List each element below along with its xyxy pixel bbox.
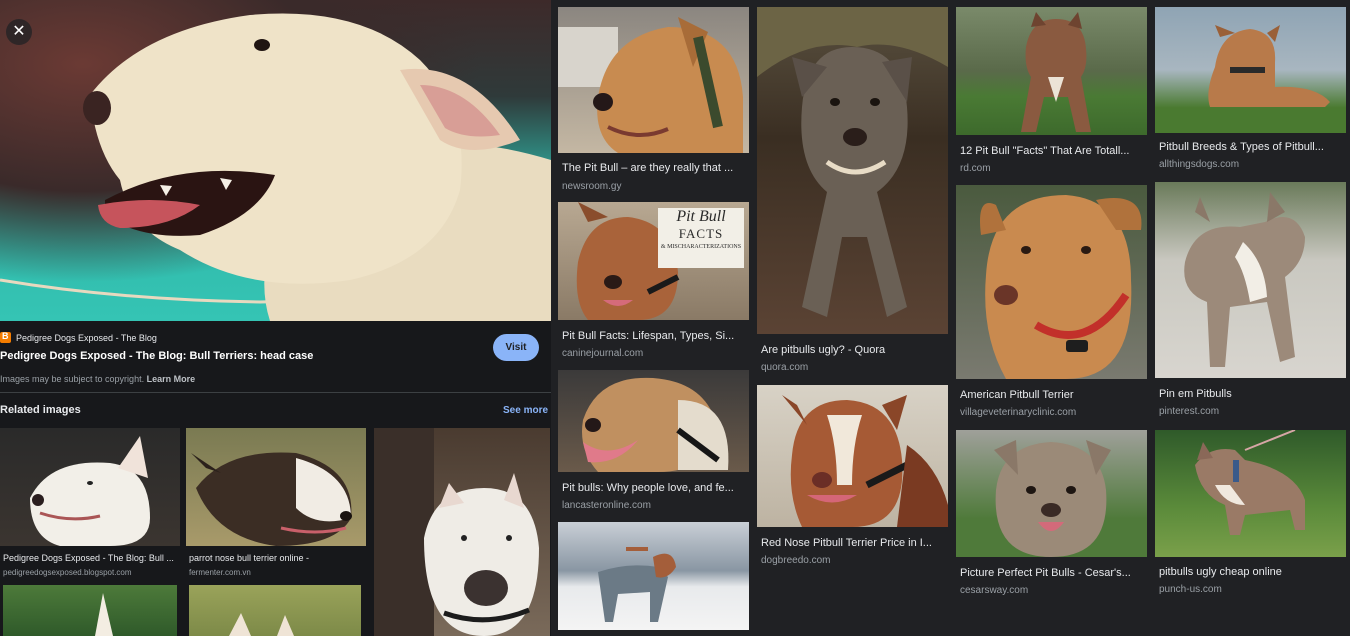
result-source: caninejournal.com xyxy=(562,348,644,359)
result-title[interactable]: American Pitbull Terrier xyxy=(960,389,1146,401)
result-image-6[interactable] xyxy=(757,385,948,527)
related-caption-2: parrot nose bull terrier online - xyxy=(189,553,310,563)
result-image-12[interactable] xyxy=(1155,430,1346,557)
result-image-9[interactable] xyxy=(956,430,1147,557)
pit-bull-photo xyxy=(558,17,743,153)
overlay-line-3: & MISCHARACTERIZATIONS xyxy=(660,244,742,250)
divider xyxy=(0,392,551,393)
related-image-1[interactable] xyxy=(0,428,180,546)
result-image-5[interactable] xyxy=(757,7,948,334)
related-image-2[interactable] xyxy=(186,428,366,546)
close-preview-button[interactable]: ✕ xyxy=(6,19,32,45)
result-title[interactable]: Pin em Pitbulls xyxy=(1159,388,1345,400)
result-image-8[interactable] xyxy=(956,185,1147,379)
copyright-notice: Images may be subject to copyright. Lear… xyxy=(0,374,195,384)
bull-terrier-ear-thumb xyxy=(95,593,113,636)
result-title[interactable]: The Pit Bull – are they really that ... xyxy=(562,162,748,174)
result-title[interactable]: Red Nose Pitbull Terrier Price in I... xyxy=(761,537,947,549)
result-source: allthingsdogs.com xyxy=(1159,159,1240,170)
american-pit-bull-photo xyxy=(980,195,1142,379)
result-image-11[interactable] xyxy=(1155,182,1346,378)
result-image-4[interactable] xyxy=(558,522,749,630)
pitbull-on-leash-photo xyxy=(1195,430,1305,535)
grey-pitbull-standing-photo xyxy=(1184,192,1305,367)
result-source: rd.com xyxy=(960,163,991,174)
brindle-bull-terrier-thumb xyxy=(191,452,352,546)
related-image-3[interactable] xyxy=(374,428,550,636)
result-title[interactable]: pitbulls ugly cheap online xyxy=(1159,566,1345,578)
source-name: Pedigree Dogs Exposed - The Blog xyxy=(16,332,157,343)
related-caption-1: Pedigree Dogs Exposed - The Blog: Bull .… xyxy=(3,553,174,563)
red-nose-pit-bull-photo xyxy=(782,395,948,527)
result-title[interactable]: Pit bulls: Why people love, and fe... xyxy=(562,482,748,494)
result-source: newsroom.gy xyxy=(562,181,622,192)
panting-pit-bull-photo xyxy=(582,377,729,472)
bull-terrier-photo xyxy=(0,13,551,321)
result-source: lancasteronline.com xyxy=(562,500,651,511)
grey-pit-bull-photo xyxy=(757,7,948,317)
white-bull-terrier-thumb xyxy=(374,428,539,636)
blogger-icon xyxy=(0,331,11,343)
learn-more-link[interactable]: Learn More xyxy=(147,374,196,384)
result-image-2[interactable]: Pit Bull FACTS & MISCHARACTERIZATIONS xyxy=(558,202,749,320)
result-source: villageveterinaryclinic.com xyxy=(960,407,1077,418)
preview-title[interactable]: Pedigree Dogs Exposed - The Blog: Bull T… xyxy=(0,350,313,362)
result-image-1[interactable] xyxy=(558,7,749,153)
see-more-link[interactable]: See more xyxy=(503,405,548,416)
result-image-7[interactable] xyxy=(956,7,1147,135)
result-image-3[interactable] xyxy=(558,370,749,472)
result-title[interactable]: Picture Perfect Pit Bulls - Cesar's... xyxy=(960,567,1146,579)
preview-image[interactable]: ✕ xyxy=(0,0,551,321)
bull-terrier-thumb xyxy=(30,436,150,546)
result-title[interactable]: Pit Bull Facts: Lifespan, Types, Si... xyxy=(562,330,748,342)
pit-bull-facts-overlay: Pit Bull FACTS & MISCHARACTERIZATIONS xyxy=(658,208,744,268)
preview-source[interactable]: Pedigree Dogs Exposed - The Blog xyxy=(0,331,157,343)
close-icon: ✕ xyxy=(12,23,26,40)
related-images-heading: Related images xyxy=(0,404,81,416)
result-source: dogbreedo.com xyxy=(761,555,831,566)
result-source: cesarsway.com xyxy=(960,585,1029,596)
blue-pit-bull-photo xyxy=(994,440,1111,557)
result-title[interactable]: Pitbull Breeds & Types of Pitbull... xyxy=(1159,141,1345,153)
related-image-5[interactable] xyxy=(189,585,361,636)
lying-pit-bull-photo xyxy=(1208,25,1330,107)
overlay-line-2: FACTS xyxy=(678,226,724,241)
result-title[interactable]: Are pitbulls ugly? - Quora xyxy=(761,344,947,356)
image-preview-panel: ✕ Pedigree Dogs Exposed - The Blog Pedig… xyxy=(0,0,551,636)
visit-button[interactable]: Visit xyxy=(493,334,539,361)
copyright-text: Images may be subject to copyright. xyxy=(0,374,145,384)
related-source-2: fermenter.com.vn xyxy=(189,568,251,577)
result-source: pinterest.com xyxy=(1159,406,1220,417)
standing-pit-bull-photo xyxy=(598,547,676,622)
result-title[interactable]: 12 Pit Bull "Facts" That Are Totall... xyxy=(960,145,1146,157)
result-image-10[interactable] xyxy=(1155,7,1346,133)
related-image-4[interactable] xyxy=(3,585,177,636)
overlay-line-1: Pit Bull xyxy=(676,208,726,225)
result-source: punch-us.com xyxy=(1159,584,1222,595)
muscular-pit-bull-photo xyxy=(1021,12,1091,132)
bull-terrier-ears-thumb xyxy=(229,613,294,636)
related-source-1: pedigreedogsexposed.blogspot.com xyxy=(3,568,132,577)
result-source: quora.com xyxy=(761,362,809,373)
